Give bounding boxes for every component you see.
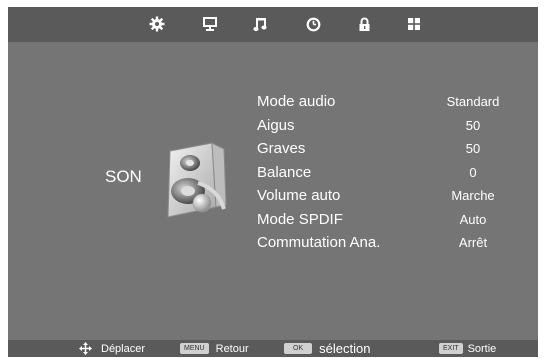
audio-mode-value[interactable]: Standard: [428, 90, 518, 114]
hint-select: OK sélection: [284, 340, 370, 357]
menu-item-analog-switch[interactable]: Commutation Ana.: [257, 231, 380, 255]
menu-key: MENU: [180, 343, 209, 354]
hint-move: Déplacer: [79, 340, 145, 357]
section-title: SON: [105, 167, 142, 187]
hint-select-label: sélection: [319, 341, 370, 356]
ok-key: OK: [284, 343, 312, 354]
music-note-icon: [253, 17, 267, 32]
hint-back-label: Retour: [216, 343, 249, 355]
hint-bar: Déplacer MENU Retour OK sélection EXIT S…: [8, 340, 538, 357]
menu-item-bass[interactable]: Graves: [257, 137, 380, 161]
spdif-mode-value[interactable]: Auto: [428, 208, 518, 232]
exit-key: EXIT: [439, 343, 463, 354]
tab-picture[interactable]: [201, 15, 219, 33]
tab-time[interactable]: [304, 15, 322, 33]
lock-icon: [358, 17, 371, 32]
menu-tab-bar: [8, 7, 538, 42]
tab-lock[interactable]: [355, 15, 373, 33]
monitor-icon: [203, 17, 217, 32]
clock-icon: [306, 17, 321, 32]
hint-back: MENU Retour: [180, 340, 249, 357]
bass-value[interactable]: 50: [428, 137, 518, 161]
hint-exit-label: Sortie: [468, 343, 497, 355]
menu-item-auto-volume[interactable]: Volume auto: [257, 184, 380, 208]
treble-value[interactable]: 50: [428, 114, 518, 138]
move-arrows-icon: [79, 342, 92, 355]
tv-osd-screen: SON: [8, 7, 538, 357]
menu-item-audio-mode[interactable]: Mode audio: [257, 90, 380, 114]
menu-values: Standard 50 50 0 Marche Auto Arrêt: [428, 90, 518, 255]
analog-switch-value[interactable]: Arrêt: [428, 231, 518, 255]
tab-setup[interactable]: [405, 15, 423, 33]
menu-item-balance[interactable]: Balance: [257, 161, 380, 185]
balance-value[interactable]: 0: [428, 161, 518, 185]
sound-menu-panel: SON: [8, 42, 538, 342]
speaker-icon: [158, 139, 233, 221]
hint-exit: EXIT Sortie: [439, 340, 496, 357]
menu-labels: Mode audio Aigus Graves Balance Volume a…: [257, 90, 380, 255]
grid-icon: [407, 17, 421, 31]
gear-icon: [149, 16, 165, 32]
menu-item-spdif-mode[interactable]: Mode SPDIF: [257, 208, 380, 232]
tab-settings[interactable]: [148, 15, 166, 33]
auto-volume-value[interactable]: Marche: [428, 184, 518, 208]
menu-item-treble[interactable]: Aigus: [257, 114, 380, 138]
hint-move-label: Déplacer: [101, 343, 145, 355]
tab-sound[interactable]: [251, 15, 269, 33]
